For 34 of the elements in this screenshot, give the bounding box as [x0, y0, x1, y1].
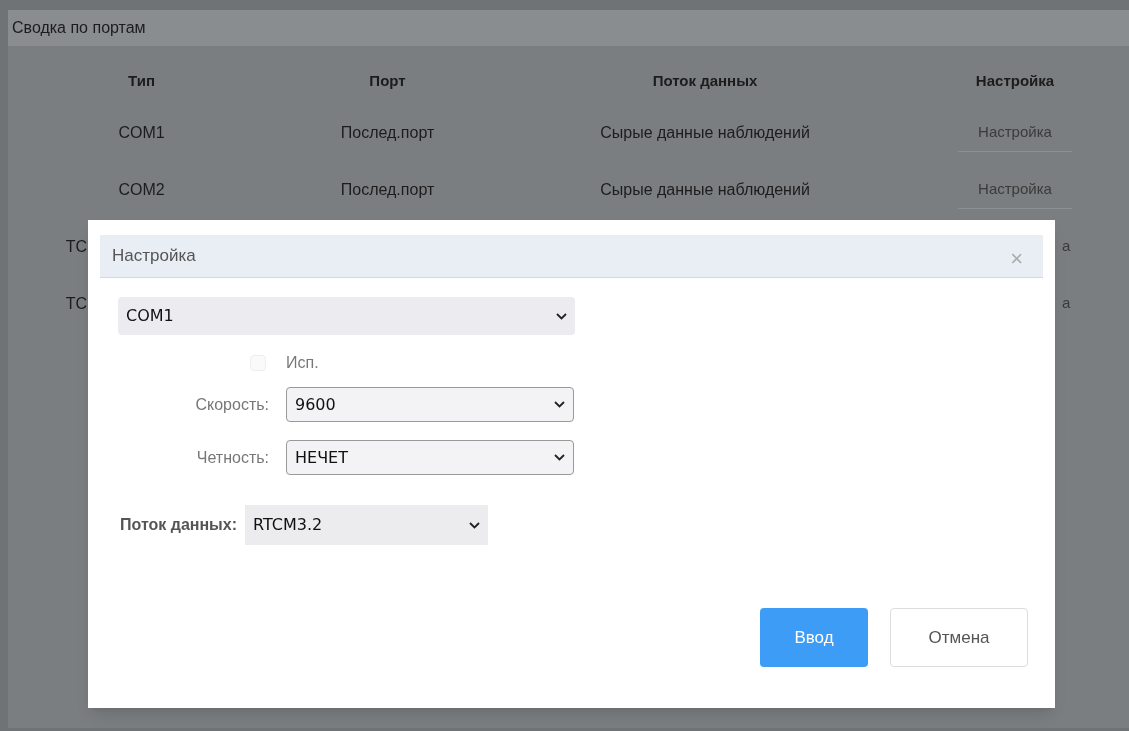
- column-header: Тип: [127, 70, 156, 91]
- table-cell-text: COM1: [118, 122, 165, 143]
- column-header: Настройка: [974, 70, 1056, 91]
- table-cell-text: Сырые данные наблюдений: [600, 179, 810, 200]
- chevron-icon: [554, 454, 565, 461]
- configure-button[interactable]: Настройка: [958, 112, 1072, 153]
- chevron-icon: [556, 312, 567, 320]
- stream-label: Поток данных:: [120, 515, 237, 535]
- enable-label: Исп.: [286, 353, 319, 373]
- chevron-icon: [554, 401, 565, 408]
- stream-select[interactable]: RTCM3.2: [245, 505, 488, 545]
- table-cell-text: TC: [65, 236, 87, 257]
- table-cell-text: TC: [65, 293, 87, 314]
- column-header: Порт: [368, 70, 407, 91]
- field-label: Скорость:: [194, 394, 270, 415]
- table-cell-text: COM2: [118, 179, 165, 200]
- port-value: COM1: [126, 305, 174, 327]
- table-cell-text: Послед.порт: [340, 122, 435, 143]
- configure-button[interactable]: а: [1062, 235, 1071, 258]
- cancel-button[interactable]: Отмена: [890, 608, 1028, 667]
- table-cell-text: Послед.порт: [340, 179, 435, 200]
- panel-title: Сводка по портам: [12, 18, 146, 38]
- field-label: Четность:: [195, 447, 270, 468]
- column-header: Поток данных: [651, 70, 759, 91]
- dialog-title: Настройка: [112, 245, 196, 268]
- configure-button[interactable]: а: [1062, 292, 1071, 315]
- dropdown-select[interactable]: НЕЧЕТ: [286, 440, 574, 475]
- port-select[interactable]: COM1: [118, 297, 575, 335]
- dropdown-select[interactable]: 9600: [286, 387, 574, 422]
- configure-button[interactable]: Настройка: [958, 169, 1072, 210]
- close-button[interactable]: ×: [1010, 248, 1023, 270]
- table-cell-text: Сырые данные наблюдений: [600, 122, 810, 143]
- chevron-icon: [469, 521, 480, 529]
- submit-button[interactable]: Ввод: [760, 608, 868, 667]
